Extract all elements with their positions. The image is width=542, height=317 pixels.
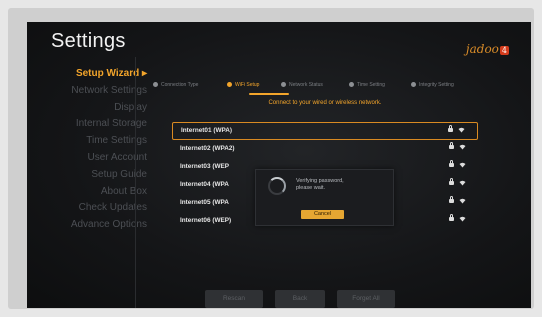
settings-screen: Settings jadoo 4 Setup Wizard ▸ Network S… <box>27 22 531 308</box>
wifi-signal-icon <box>459 198 466 204</box>
page-title: Settings <box>51 30 126 52</box>
tab-label: Network Status <box>289 82 323 88</box>
step-dot-icon <box>227 82 232 87</box>
sidebar-item-time-settings[interactable]: Time Settings <box>45 133 147 150</box>
step-dot-icon <box>411 82 416 87</box>
dialog-message: Verifying password, please wait. <box>296 178 344 192</box>
dialog-message-line1: Verifying password, <box>296 178 344 184</box>
tab-connection-type[interactable]: Connection Type <box>153 82 198 88</box>
network-row[interactable]: Internet02 (WPA2) <box>172 140 478 158</box>
sidebar-item-check-updates[interactable]: Check Updates <box>45 200 147 217</box>
logo-text: jadoo <box>465 42 499 56</box>
sidebar-item-advance-options[interactable]: Advance Options <box>45 217 147 234</box>
tab-label: Time Setting <box>357 82 385 88</box>
wifi-signal-icon <box>459 162 466 168</box>
network-name: Internet02 (WPA2) <box>180 145 235 152</box>
lock-icon <box>449 178 454 185</box>
tab-label: Integrity Setting <box>419 82 454 88</box>
sidebar-item-network-settings[interactable]: Network Settings <box>45 83 147 100</box>
network-name: Internet04 (WPA <box>180 181 229 188</box>
sidebar-item-setup-guide[interactable]: Setup Guide <box>45 167 147 184</box>
sidebar-item-about-box[interactable]: About Box <box>45 184 147 201</box>
rescan-button[interactable]: Rescan <box>205 290 263 308</box>
lock-icon <box>449 214 454 221</box>
logo-badge: 4 <box>499 46 509 55</box>
jadoo-logo: jadoo 4 <box>466 42 509 56</box>
forget-all-button[interactable]: Forget All <box>337 290 395 308</box>
step-dot-icon <box>349 82 354 87</box>
sidebar-item-display[interactable]: Display <box>45 100 147 117</box>
step-dot-icon <box>281 82 286 87</box>
sidebar-item-internal-storage[interactable]: Internal Storage <box>45 116 147 133</box>
lock-icon <box>449 142 454 149</box>
cancel-button[interactable]: Cancel <box>301 210 344 219</box>
network-name: Internet05 (WPA <box>180 199 229 206</box>
lock-icon <box>449 160 454 167</box>
wifi-signal-icon <box>459 144 466 150</box>
network-name: Internet01 (WPA) <box>181 127 233 134</box>
loading-spinner-icon <box>268 177 286 195</box>
network-row[interactable]: Internet01 (WPA) <box>172 122 478 140</box>
settings-sidebar: Setup Wizard ▸ Network Settings Display … <box>45 66 147 234</box>
lock-icon <box>448 125 453 132</box>
wizard-steps: Connection Type WiFi Setup Network Statu… <box>153 82 511 96</box>
tab-network-status[interactable]: Network Status <box>281 82 323 88</box>
tab-label: WiFi Setup <box>235 82 260 88</box>
lock-icon <box>449 196 454 203</box>
dialog-message-line2: please wait. <box>296 185 326 191</box>
network-name: Internet03 (WEP <box>180 163 230 170</box>
network-name: Internet06 (WEP) <box>180 217 232 224</box>
active-tab-indicator <box>249 93 289 95</box>
step-dot-icon <box>153 82 158 87</box>
wifi-signal-icon <box>459 216 466 222</box>
sidebar-item-user-account[interactable]: User Account <box>45 150 147 167</box>
tab-label: Connection Type <box>161 82 199 88</box>
connect-instruction: Connect to your wired or wireless networ… <box>268 100 382 106</box>
wifi-signal-icon <box>459 180 466 186</box>
sidebar-divider <box>135 57 136 308</box>
sidebar-item-setup-wizard[interactable]: Setup Wizard ▸ <box>45 66 147 83</box>
verifying-dialog: Verifying password, please wait. Cancel <box>255 169 394 226</box>
tab-wifi-setup[interactable]: WiFi Setup <box>227 82 259 88</box>
tab-time-setting[interactable]: Time Setting <box>349 82 385 88</box>
wifi-signal-icon <box>458 127 465 133</box>
back-button[interactable]: Back <box>275 290 325 308</box>
device-frame: Settings jadoo 4 Setup Wizard ▸ Network S… <box>8 8 534 309</box>
tab-integrity-setting[interactable]: Integrity Setting <box>411 82 454 88</box>
